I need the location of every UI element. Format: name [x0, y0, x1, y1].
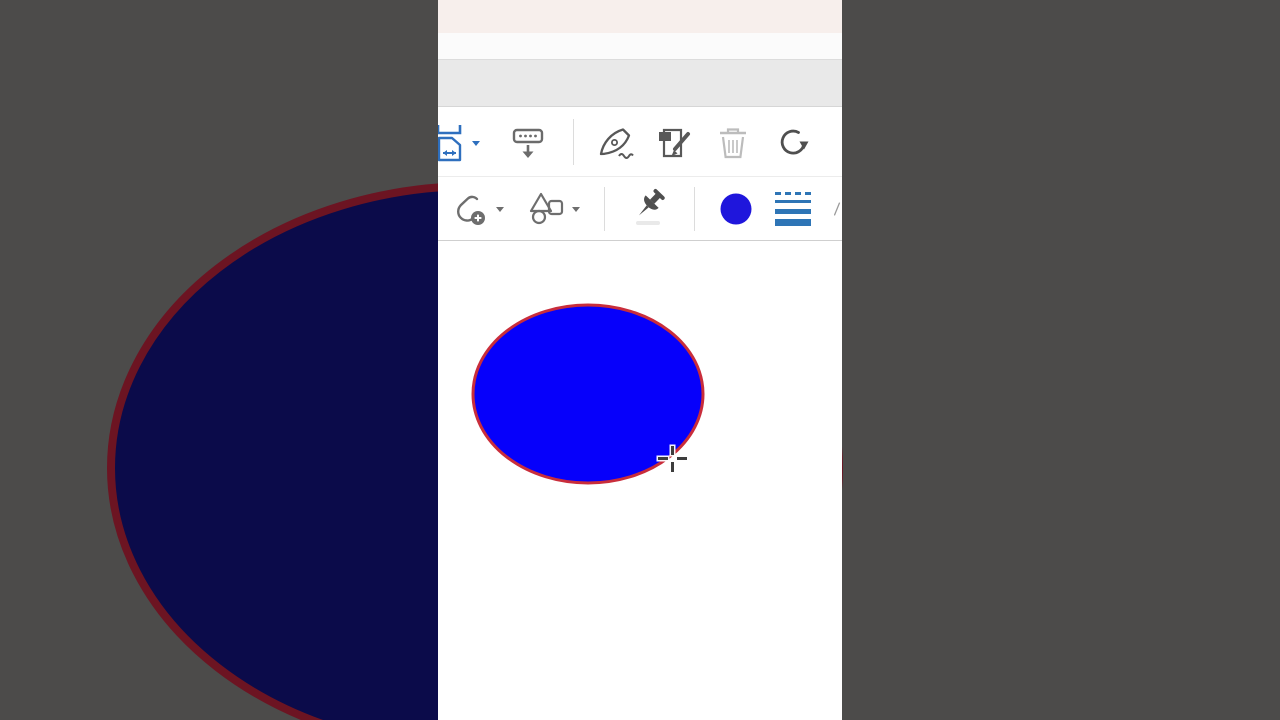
app-subheader-band	[438, 33, 842, 60]
text-tool-partial-icon	[834, 202, 841, 216]
chevron-down-icon	[495, 206, 504, 212]
attach-file-icon	[456, 195, 485, 225]
chevron-down-icon	[471, 140, 480, 146]
line-thick	[775, 218, 811, 226]
redo-icon	[780, 129, 809, 155]
fill-and-sign-icon	[599, 128, 634, 159]
ellipse-annotation[interactable]	[471, 303, 705, 485]
line-medium	[775, 208, 811, 214]
pushpin-icon	[638, 189, 665, 216]
pushpin-button[interactable]	[624, 184, 672, 234]
text-tool-partial[interactable]	[834, 186, 842, 232]
attach-file-button[interactable]	[448, 186, 506, 232]
app-tab-band	[438, 60, 842, 107]
fill-and-sign-button[interactable]	[595, 121, 639, 165]
shapes-icon	[529, 192, 563, 225]
chevron-down-icon	[571, 206, 580, 212]
toolbar-row-1	[438, 107, 842, 177]
trash-icon	[720, 128, 746, 159]
crosshair-arm	[671, 446, 674, 455]
crosshair-arm	[658, 457, 668, 460]
toolbar-separator	[604, 187, 605, 231]
edit-document-icon	[659, 128, 690, 158]
color-swatch	[720, 193, 752, 225]
crosshair-arm	[677, 457, 687, 460]
line-weight-icon	[775, 192, 811, 226]
dock-toolbar-button[interactable]	[506, 121, 550, 165]
dock-toolbar-icon	[512, 128, 544, 158]
toolbar-row-2	[438, 177, 842, 241]
resize-pages-icon	[438, 125, 461, 162]
shapes-button[interactable]	[522, 186, 582, 232]
color-swatch-button[interactable]	[718, 188, 754, 230]
line-weight-button[interactable]	[774, 189, 812, 229]
app-header-band	[438, 0, 842, 33]
edit-document-button[interactable]	[652, 121, 696, 165]
redo-button[interactable]	[771, 121, 815, 165]
line-thin	[775, 200, 811, 204]
trash-button[interactable]	[711, 121, 755, 165]
toolbar-separator	[573, 119, 574, 165]
resize-pages-button[interactable]	[438, 121, 484, 165]
video-frame	[0, 0, 1280, 720]
toolbar-separator	[694, 187, 695, 231]
crosshair-arm	[671, 462, 674, 472]
line-dashed	[775, 192, 811, 195]
